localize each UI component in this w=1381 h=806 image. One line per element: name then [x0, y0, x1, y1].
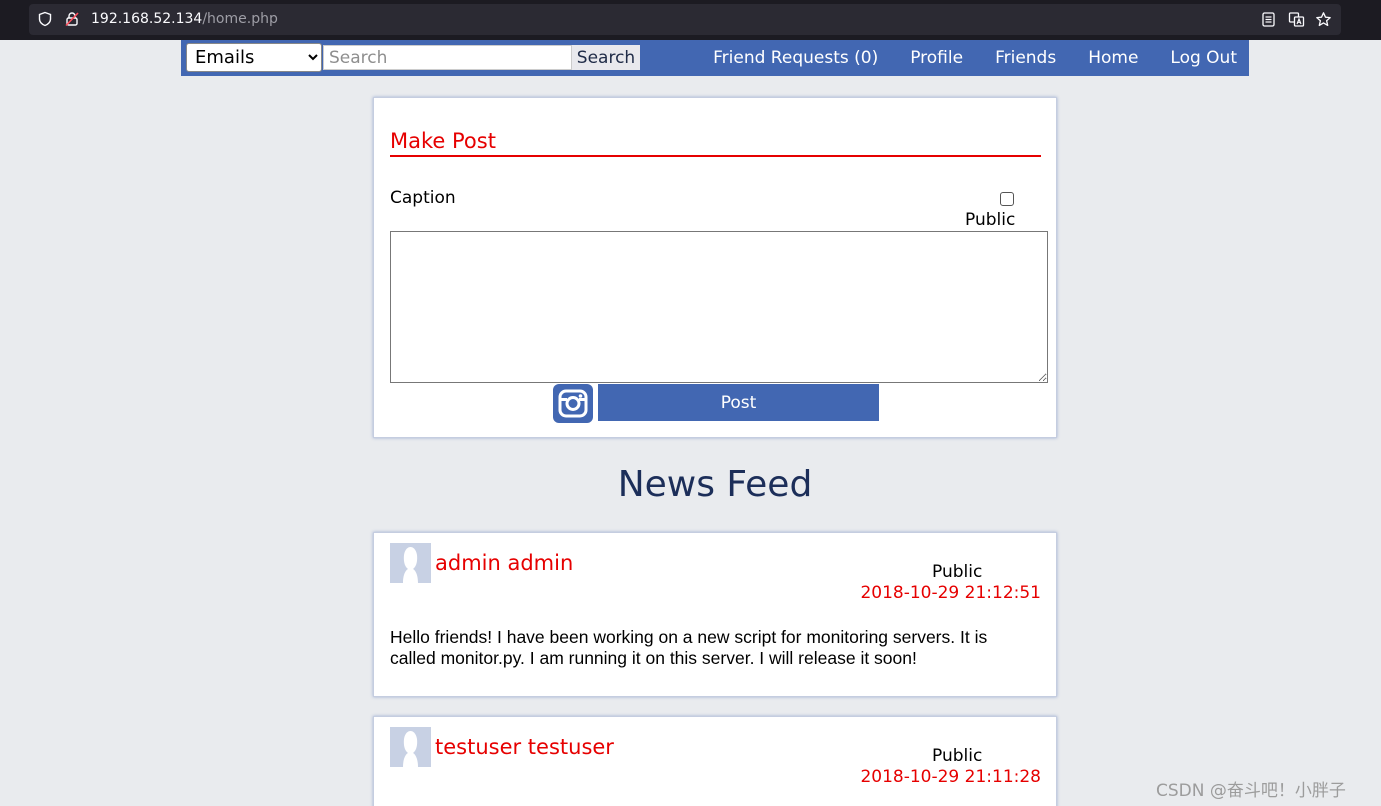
caption-label: Caption [390, 188, 456, 208]
post-author-link[interactable]: testuser testuser [435, 735, 614, 759]
feed-post: testuser testuser Public 2018-10-29 21:1… [373, 716, 1057, 806]
nav-profile-link[interactable]: Profile [910, 48, 963, 68]
nav-home-link[interactable]: Home [1088, 48, 1138, 68]
post-author-link[interactable]: admin admin [435, 551, 573, 575]
url-path: /home.php [202, 11, 278, 27]
url-host: 192.168.52.134 [91, 11, 203, 27]
address-bar[interactable]: 192.168.52.134/home.php [29, 4, 1341, 35]
search-type-select[interactable]: Emails [186, 43, 322, 72]
news-feed-heading: News Feed [617, 464, 813, 505]
feed-post: admin admin Public 2018-10-29 21:12:51 H… [373, 532, 1057, 697]
default-avatar-icon [390, 727, 431, 767]
reader-view-icon[interactable] [1260, 11, 1277, 28]
avatar[interactable] [390, 543, 431, 583]
search-button[interactable]: Search [572, 45, 640, 70]
make-post-card: Make Post Caption Public Post [373, 97, 1057, 438]
caption-textarea[interactable] [390, 231, 1048, 383]
top-nav-bar: Emails Search Friend Requests (0) Profil… [181, 40, 1249, 76]
insecure-lock-icon[interactable] [64, 11, 80, 27]
post-timestamp: 2018-10-29 21:12:51 [860, 583, 1041, 603]
shield-icon[interactable] [37, 11, 53, 27]
bookmark-star-icon[interactable] [1315, 11, 1332, 28]
public-label: Public [965, 210, 1016, 230]
title-divider [390, 155, 1041, 157]
instagram-camera-icon [558, 389, 588, 418]
nav-logout-link[interactable]: Log Out [1170, 48, 1237, 68]
browser-toolbar: 192.168.52.134/home.php [0, 0, 1381, 40]
public-checkbox[interactable] [1000, 192, 1014, 206]
post-button[interactable]: Post [598, 384, 879, 421]
post-body: Hello friends! I have been working on a … [390, 627, 988, 668]
photo-upload-button[interactable] [553, 384, 593, 423]
default-avatar-icon [390, 543, 431, 583]
nav-friend-requests-link[interactable]: Friend Requests (0) [713, 48, 878, 68]
post-visibility: Public [932, 562, 983, 582]
post-timestamp: 2018-10-29 21:11:28 [860, 767, 1041, 787]
nav-links: Friend Requests (0) Profile Friends Home… [681, 40, 1237, 76]
avatar[interactable] [390, 727, 431, 767]
watermark-text: CSDN @奋斗吧！小胖子 [1156, 781, 1346, 801]
post-visibility: Public [932, 746, 983, 766]
nav-friends-link[interactable]: Friends [995, 48, 1056, 68]
url-text[interactable]: 192.168.52.134/home.php [91, 11, 278, 27]
translate-icon[interactable] [1288, 11, 1305, 28]
search-input[interactable] [323, 45, 572, 70]
make-post-title: Make Post [390, 129, 496, 153]
